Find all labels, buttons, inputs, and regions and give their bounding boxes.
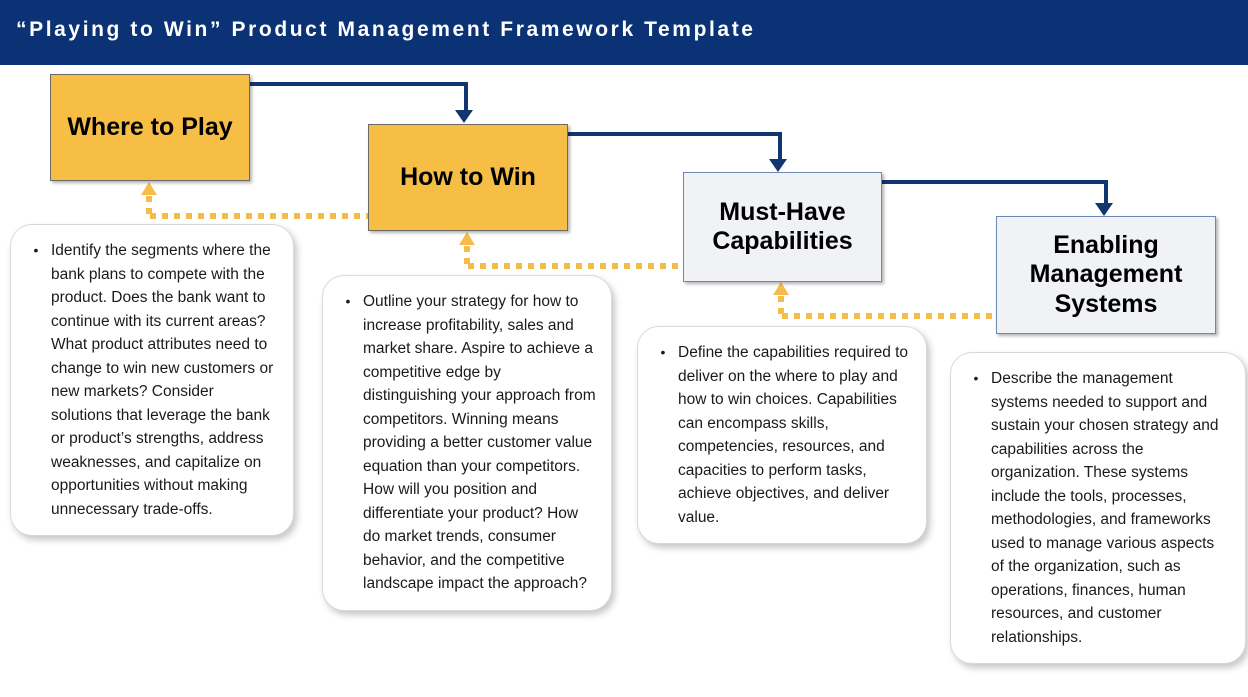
feedback-enabling-to-must-vertical — [778, 296, 784, 316]
stage-label-enabling-management-systems: Enabling Management Systems — [1029, 230, 1183, 318]
callout-row: • Identify the segments where the bank p… — [21, 239, 279, 521]
callout-how-to-win[interactable]: • Outline your strategy for how to incre… — [322, 275, 612, 611]
connector-must-to-enabling-horizontal — [882, 180, 1108, 184]
connector-how-to-must-arrowhead-icon — [769, 159, 787, 172]
callout-must-have-capabilities[interactable]: • Define the capabilities required to de… — [637, 326, 927, 544]
connector-how-to-must-vertical — [778, 132, 782, 161]
feedback-must-to-how-horizontal — [468, 263, 687, 269]
bullet-icon: • — [345, 293, 351, 309]
connector-how-to-must-horizontal — [568, 132, 782, 136]
connector-must-to-enabling-arrowhead-icon — [1095, 203, 1113, 216]
stage-box-how-to-win[interactable]: How to Win — [368, 124, 568, 231]
stage-box-where-to-play[interactable]: Where to Play — [50, 74, 250, 181]
callout-where-to-play[interactable]: • Identify the segments where the bank p… — [10, 224, 294, 536]
callout-enabling-management-systems[interactable]: • Describe the management systems needed… — [950, 352, 1246, 664]
feedback-how-to-where-horizontal — [150, 213, 370, 219]
connector-where-to-how-arrowhead-icon — [455, 110, 473, 123]
callout-text-where-to-play: Identify the segments where the bank pla… — [51, 242, 274, 518]
callout-row: • Define the capabilities required to de… — [648, 341, 912, 529]
stage-label-how-to-win: How to Win — [400, 162, 536, 191]
stage-box-must-have-capabilities[interactable]: Must-Have Capabilities — [683, 172, 882, 282]
stage-box-enabling-management-systems[interactable]: Enabling Management Systems — [996, 216, 1216, 334]
connector-where-to-how-horizontal — [250, 82, 468, 86]
callout-row: • Describe the management systems needed… — [961, 367, 1231, 649]
stage-label-where-to-play: Where to Play — [67, 112, 233, 141]
feedback-enabling-to-must-horizontal — [782, 313, 1002, 319]
feedback-how-to-where-vertical — [146, 196, 152, 216]
connector-where-to-how-vertical — [464, 82, 468, 112]
callout-text-how-to-win: Outline your strategy for how to increas… — [363, 293, 596, 592]
stage-label-must-have-capabilities: Must-Have Capabilities — [712, 197, 853, 256]
page-title: “Playing to Win” Product Management Fram… — [16, 18, 756, 41]
bullet-icon: • — [973, 370, 979, 386]
callout-row: • Outline your strategy for how to incre… — [333, 290, 597, 596]
feedback-enabling-to-must-arrowhead-icon — [773, 282, 789, 295]
connector-must-to-enabling-vertical — [1104, 180, 1108, 205]
bullet-icon: • — [33, 242, 39, 258]
bullet-icon: • — [660, 344, 666, 360]
feedback-how-to-where-arrowhead-icon — [141, 182, 157, 195]
slide-canvas: “Playing to Win” Product Management Fram… — [0, 0, 1248, 697]
feedback-must-to-how-vertical — [464, 246, 470, 266]
callout-text-enabling-management-systems: Describe the management systems needed t… — [991, 370, 1219, 646]
feedback-must-to-how-arrowhead-icon — [459, 232, 475, 245]
header-bar: “Playing to Win” Product Management Fram… — [0, 0, 1248, 65]
callout-text-must-have-capabilities: Define the capabilities required to deli… — [678, 344, 909, 526]
